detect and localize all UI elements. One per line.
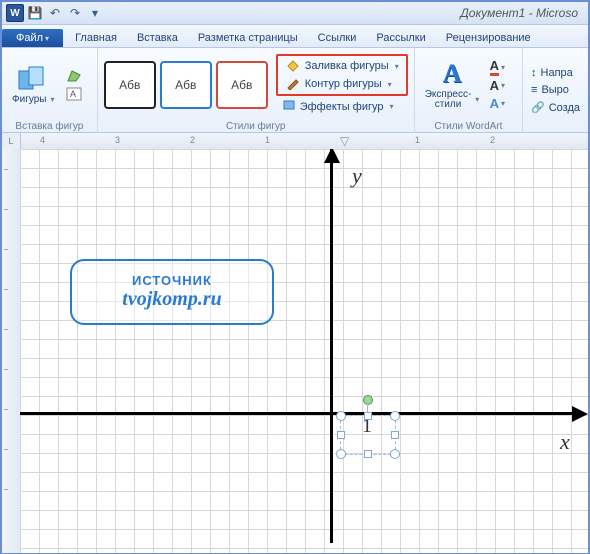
source-watermark: ИСТОЧНИК tvojkomp.ru xyxy=(70,259,274,325)
text-outline-button[interactable]: A▾ xyxy=(487,77,507,93)
title-bar: W 💾 ↶ ↷ ▾ Документ1 - Microso xyxy=(2,2,588,25)
shape-style-black[interactable]: Абв xyxy=(104,61,156,109)
group-wordart-styles: A Экспресс- стили▾ A▾ A▾ A▾ Стили WordAr… xyxy=(415,48,523,134)
ruler-tick: 2 xyxy=(190,135,195,145)
ruler-tick: 1 xyxy=(265,135,270,145)
x-axis-label[interactable]: x xyxy=(560,429,570,455)
ruler-tick: 2 xyxy=(490,135,495,145)
group-label-shape-styles: Стили фигур xyxy=(104,120,408,134)
svg-text:A: A xyxy=(70,89,76,99)
indent-marker-icon[interactable]: ▽ xyxy=(340,134,349,148)
selection-handle-e[interactable] xyxy=(391,431,399,439)
tab-page-layout[interactable]: Разметка страницы xyxy=(188,29,308,47)
selection-handle-nw[interactable] xyxy=(336,411,346,421)
y-axis-arrowhead xyxy=(324,149,340,163)
tab-file[interactable]: Файл▾ xyxy=(2,29,63,47)
ruler-tick: 4 xyxy=(40,135,45,145)
shape-outline-button[interactable]: Контур фигуры▾ xyxy=(279,75,405,93)
textbox-one[interactable]: 1 xyxy=(340,415,394,453)
ruler-tick: 3 xyxy=(115,135,120,145)
edit-shape-icon[interactable] xyxy=(65,68,83,84)
group-label-insert-shapes: Вставка фигур xyxy=(8,120,91,134)
align-text-button[interactable]: ≡Выро xyxy=(529,83,571,97)
tab-review[interactable]: Рецензирование xyxy=(436,29,541,47)
highlighted-fill-outline: Заливка фигуры▾ Контур фигуры▾ xyxy=(276,54,408,96)
ribbon-tabs: Файл▾ Главная Вставка Разметка страницы … xyxy=(2,25,588,48)
undo-button[interactable]: ↶ xyxy=(46,4,64,22)
selection-handle-w[interactable] xyxy=(337,431,345,439)
tab-references[interactable]: Ссылки xyxy=(308,29,367,47)
redo-button[interactable]: ↷ xyxy=(66,4,84,22)
group-text-partial: ↕Напра ≡Выро 🔗Созда xyxy=(523,48,588,134)
bucket-icon xyxy=(285,59,301,73)
tab-mailings[interactable]: Рассылки xyxy=(366,29,435,47)
word-app-icon[interactable]: W xyxy=(6,4,24,22)
create-link-button[interactable]: 🔗Созда xyxy=(529,100,582,115)
text-effects-button[interactable]: A▾ xyxy=(487,95,507,111)
quick-access-toolbar: W 💾 ↶ ↷ ▾ xyxy=(6,4,104,22)
tab-insert[interactable]: Вставка xyxy=(127,29,188,47)
selection-handle-sw[interactable] xyxy=(336,449,346,459)
gridlines xyxy=(20,149,588,553)
text-direction-button[interactable]: ↕Напра xyxy=(529,66,575,80)
selection-handle-s[interactable] xyxy=(364,450,372,458)
group-shape-styles: Абв Абв Абв Заливка фигуры▾ Контур фигур… xyxy=(98,48,415,134)
shape-effects-button[interactable]: Эффекты фигур▾ xyxy=(276,97,408,116)
ruler-tick: 1 xyxy=(415,135,420,145)
workspace: L 4 3 2 1 ▽ 1 2 y x 1 xyxy=(2,133,588,553)
ruler-corner[interactable]: L xyxy=(2,133,21,149)
group-label-wordart: Стили WordArt xyxy=(421,120,516,134)
direction-icon: ↕ xyxy=(531,67,537,79)
tab-home[interactable]: Главная xyxy=(65,29,127,47)
horizontal-ruler[interactable]: L 4 3 2 1 ▽ 1 2 xyxy=(2,133,588,150)
text-fill-button[interactable]: A▾ xyxy=(487,59,507,75)
vertical-ruler[interactable] xyxy=(2,149,21,553)
wordart-a-icon: A xyxy=(436,60,468,88)
shapes-gallery-button[interactable]: Фигуры▾ xyxy=(8,63,59,107)
qat-customize-dropdown[interactable]: ▾ xyxy=(86,4,104,22)
align-icon: ≡ xyxy=(531,84,537,96)
ribbon: Фигуры▾ A Вставка фигур Абв Абв Абв Зали… xyxy=(2,48,588,133)
watermark-line1: ИСТОЧНИК xyxy=(132,273,212,288)
x-axis-arrowhead xyxy=(572,406,588,422)
selection-handle-ne[interactable] xyxy=(390,411,400,421)
x-axis-shape[interactable] xyxy=(20,412,578,415)
shapes-icon xyxy=(17,65,49,93)
y-axis-label[interactable]: y xyxy=(352,163,362,189)
rotation-handle[interactable] xyxy=(363,395,373,405)
shape-style-red[interactable]: Абв xyxy=(216,61,268,109)
selection-handle-se[interactable] xyxy=(390,449,400,459)
effects-icon xyxy=(282,99,296,114)
document-canvas[interactable]: y x 1 ИСТОЧНИК tvojkomp.ru xyxy=(20,149,588,553)
y-axis-shape[interactable] xyxy=(330,149,333,543)
pen-icon xyxy=(285,77,301,91)
window-title: Документ1 - Microso xyxy=(104,6,584,20)
link-icon: 🔗 xyxy=(531,101,545,114)
group-insert-shapes: Фигуры▾ A Вставка фигур xyxy=(2,48,98,134)
watermark-line2: tvojkomp.ru xyxy=(122,288,221,311)
selection-handle-n[interactable] xyxy=(364,412,372,420)
save-button[interactable]: 💾 xyxy=(26,4,44,22)
wordart-quick-styles[interactable]: A Экспресс- стили▾ xyxy=(421,58,484,113)
shape-style-blue[interactable]: Абв xyxy=(160,61,212,109)
text-box-icon[interactable]: A xyxy=(65,86,83,102)
shape-fill-button[interactable]: Заливка фигуры▾ xyxy=(279,57,405,75)
